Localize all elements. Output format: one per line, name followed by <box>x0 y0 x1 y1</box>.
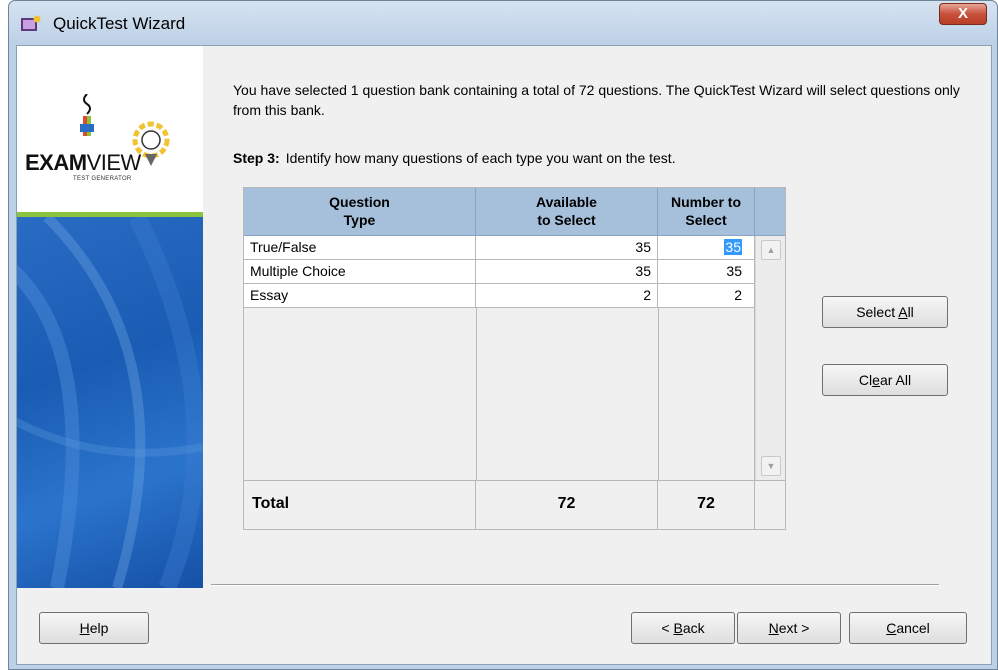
sidebar-panel: EXAMVIEW TEST GENERATOR <box>17 46 203 588</box>
grid-divider <box>476 308 477 480</box>
row-available-count: 35 <box>476 260 658 284</box>
help-button[interactable]: Help <box>39 612 149 644</box>
scroll-up-icon[interactable]: ▲ <box>761 240 781 260</box>
next-button[interactable]: Next > <box>737 612 841 644</box>
sidebar-swoosh-graphic <box>17 212 203 588</box>
step-instruction: Step 3: Identify how many questions of ea… <box>233 150 676 166</box>
row-available-count: 2 <box>476 284 658 308</box>
row-number-input[interactable]: 2 <box>658 284 755 308</box>
row-question-type[interactable]: True/False <box>244 236 476 260</box>
wizard-window: QuickTest Wizard X EXAMVIEW TEST GENERAT… <box>8 0 998 670</box>
total-available: 72 <box>476 481 658 530</box>
grid-empty-area <box>244 308 755 480</box>
step-text: Identify how many questions of each type… <box>285 150 676 166</box>
sidebar-decoration <box>17 212 203 588</box>
close-button[interactable]: X <box>939 3 987 25</box>
header-available-to-select[interactable]: Available to Select <box>476 188 658 236</box>
grid-scrollbar[interactable]: ▲ ▼ <box>755 236 785 480</box>
row-number-input[interactable]: 35 <box>658 236 755 260</box>
grid-header: Question Type Available to Select Number t… <box>244 188 785 236</box>
back-button[interactable]: < Back <box>631 612 735 644</box>
table-row: True/False 35 35 <box>244 236 755 260</box>
select-all-button[interactable]: Select All <box>822 296 948 328</box>
examview-logo-text: EXAMVIEW <box>25 150 141 175</box>
title-bar[interactable]: QuickTest Wizard X <box>9 1 997 45</box>
question-type-grid: Question Type Available to Select Number t… <box>243 187 786 530</box>
total-label: Total <box>244 481 476 530</box>
step-label: Step 3: <box>233 150 280 166</box>
intro-text: You have selected 1 question bank contai… <box>233 82 960 118</box>
logo-area: EXAMVIEW TEST GENERATOR <box>17 46 203 212</box>
window-title: QuickTest Wizard <box>53 14 186 33</box>
footer-separator <box>211 584 939 586</box>
total-row: Total 72 72 <box>244 480 785 530</box>
wizard-client-area: EXAMVIEW TEST GENERATOR You have selecte… <box>16 45 992 665</box>
cancel-button[interactable]: Cancel <box>849 612 967 644</box>
clear-all-button[interactable]: Clear All <box>822 364 948 396</box>
header-number-to-select[interactable]: Number to Select <box>658 188 755 236</box>
grid-divider <box>658 308 659 480</box>
scroll-down-icon[interactable]: ▼ <box>761 456 781 476</box>
row-available-count: 35 <box>476 236 658 260</box>
row-question-type[interactable]: Essay <box>244 284 476 308</box>
app-icon <box>21 15 41 31</box>
examview-logo-subtitle: TEST GENERATOR <box>73 176 132 182</box>
table-row: Essay 2 2 <box>244 284 755 308</box>
header-question-type[interactable]: Question Type <box>244 188 476 236</box>
row-number-input[interactable]: 35 <box>658 260 755 284</box>
row-question-type[interactable]: Multiple Choice <box>244 260 476 284</box>
total-number: 72 <box>658 481 755 530</box>
table-row: Multiple Choice 35 35 <box>244 260 755 284</box>
